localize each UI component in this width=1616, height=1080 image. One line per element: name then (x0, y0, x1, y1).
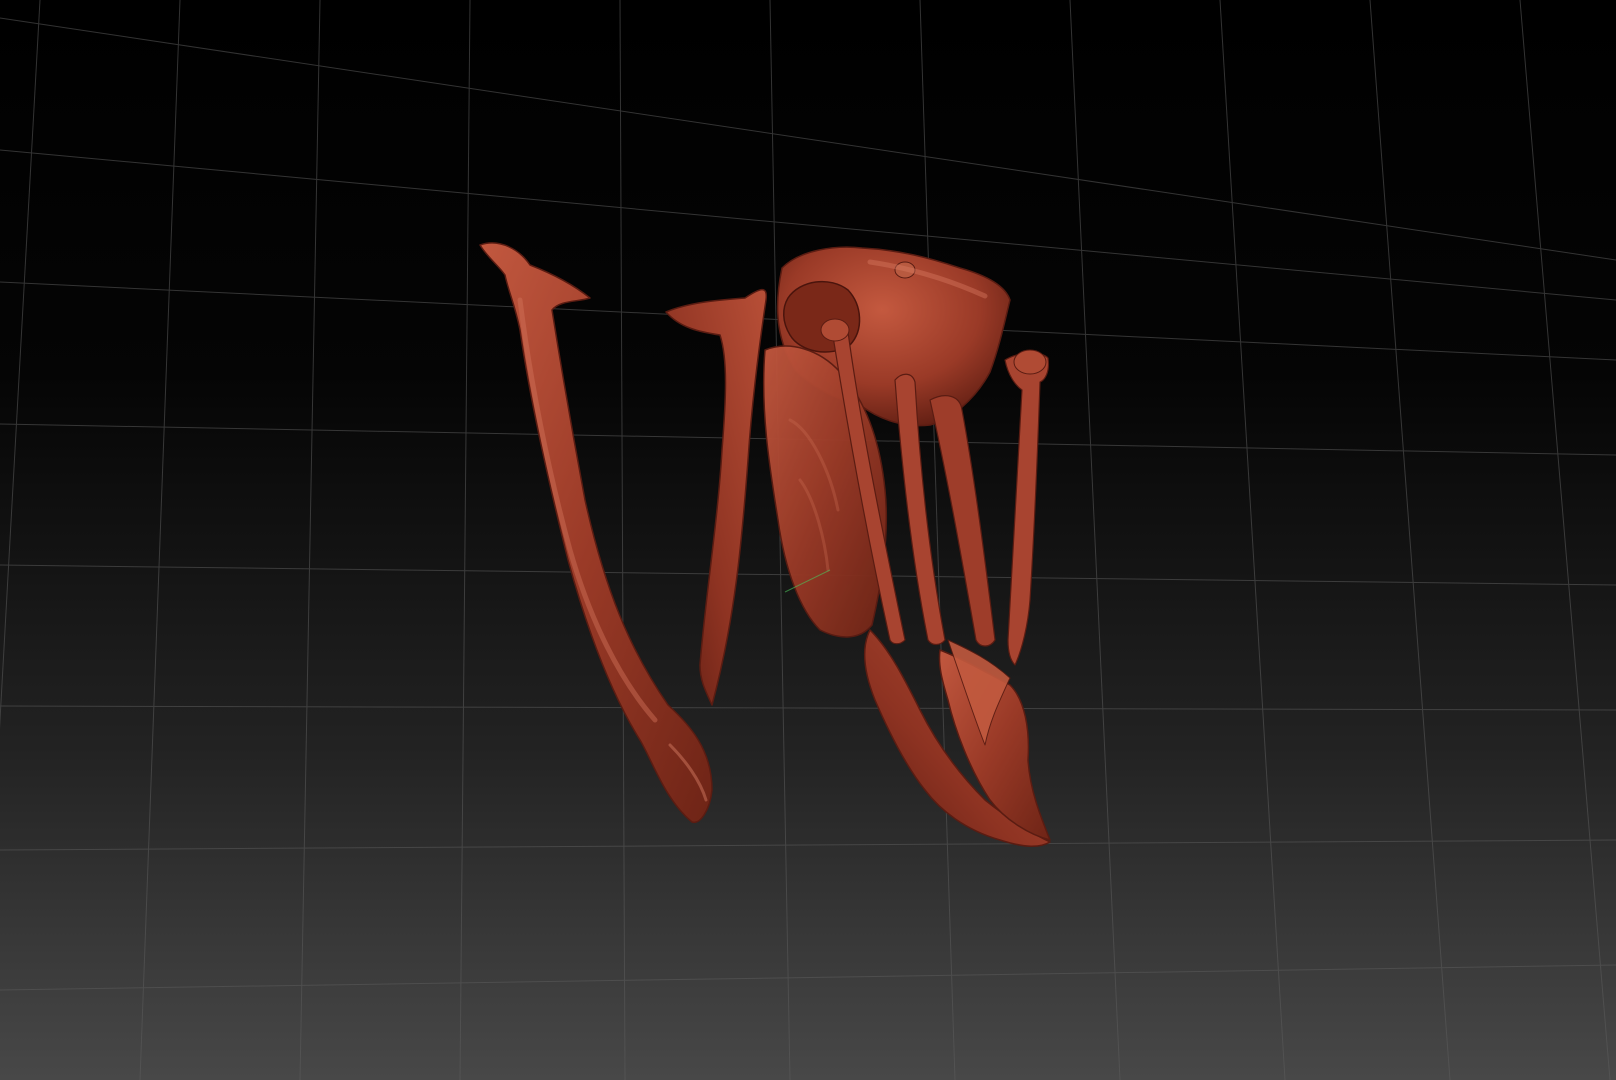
3d-viewport[interactable] (0, 0, 1616, 1080)
joint-knob-1 (820, 318, 850, 342)
joint-knob-2 (1013, 349, 1047, 375)
viewport-canvas[interactable] (0, 0, 1616, 1080)
